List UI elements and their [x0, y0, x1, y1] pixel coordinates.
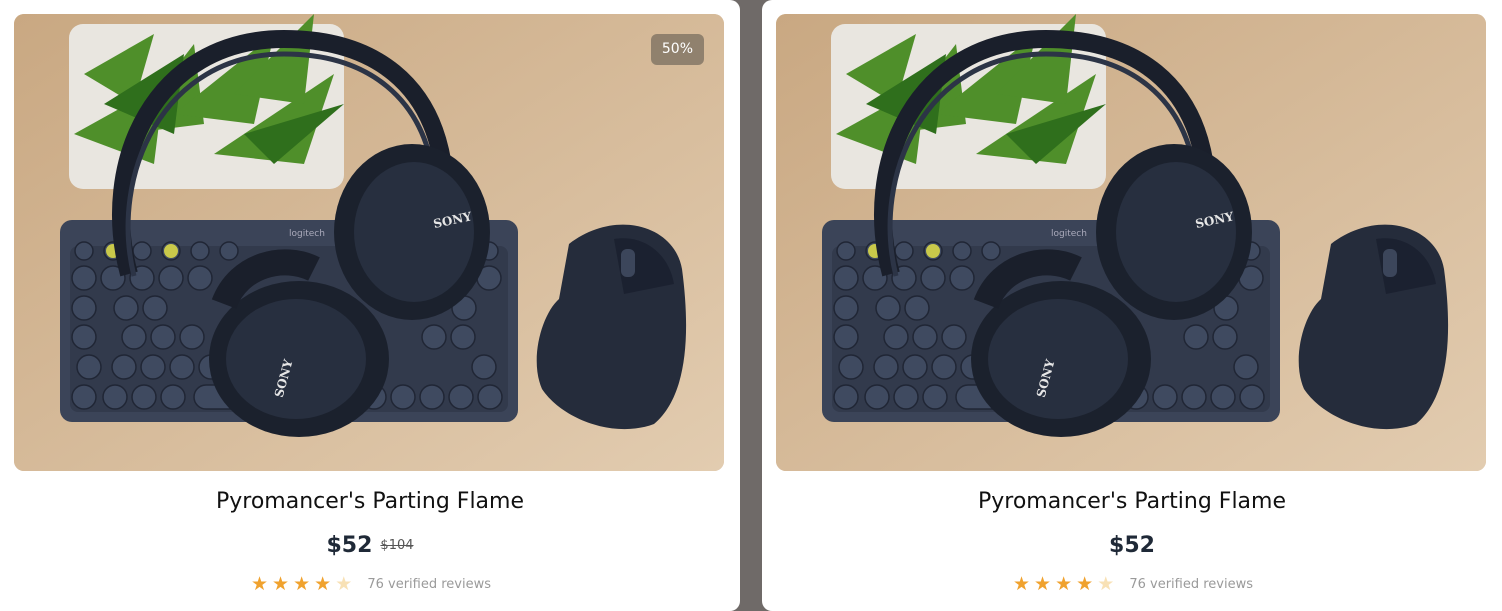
original-price: $104 — [380, 538, 414, 553]
product-photo: logitech SONY SONY — [14, 14, 724, 471]
product-card[interactable]: logitech — [0, 0, 740, 611]
discount-badge: 50% — [650, 34, 704, 65]
product-photo: logitech SONY SONY — [776, 14, 1486, 471]
product-title[interactable]: Pyromancer's Parting Flame — [0, 489, 740, 514]
rating-row: ★ ★ ★ ★ ★ 76 verified reviews — [0, 573, 740, 595]
price: $52 — [1109, 533, 1155, 558]
star-empty-icon: ★ — [1097, 573, 1115, 595]
star-icon: ★ — [293, 573, 311, 595]
product-card[interactable]: logitech — [762, 0, 1502, 611]
keyboard-brand: logitech — [1051, 229, 1087, 239]
star-empty-icon: ★ — [335, 573, 353, 595]
star-icon: ★ — [272, 573, 290, 595]
price: $52 — [326, 533, 373, 558]
star-icon: ★ — [1055, 573, 1073, 595]
star-icon: ★ — [1034, 573, 1052, 595]
product-title[interactable]: Pyromancer's Parting Flame — [762, 489, 1502, 514]
star-icon: ★ — [251, 573, 269, 595]
product-image[interactable]: logitech — [14, 14, 724, 471]
product-image[interactable]: logitech — [776, 14, 1486, 471]
star-icon: ★ — [1013, 573, 1031, 595]
review-count[interactable]: 76 verified reviews — [1129, 577, 1253, 592]
review-count[interactable]: 76 verified reviews — [367, 577, 491, 592]
price-row: $52 — [762, 533, 1502, 558]
keyboard-brand: logitech — [289, 229, 325, 239]
star-icon: ★ — [1076, 573, 1094, 595]
price-row: $52 $104 — [0, 533, 740, 558]
star-icon: ★ — [314, 573, 332, 595]
rating-row: ★ ★ ★ ★ ★ 76 verified reviews — [762, 573, 1502, 595]
